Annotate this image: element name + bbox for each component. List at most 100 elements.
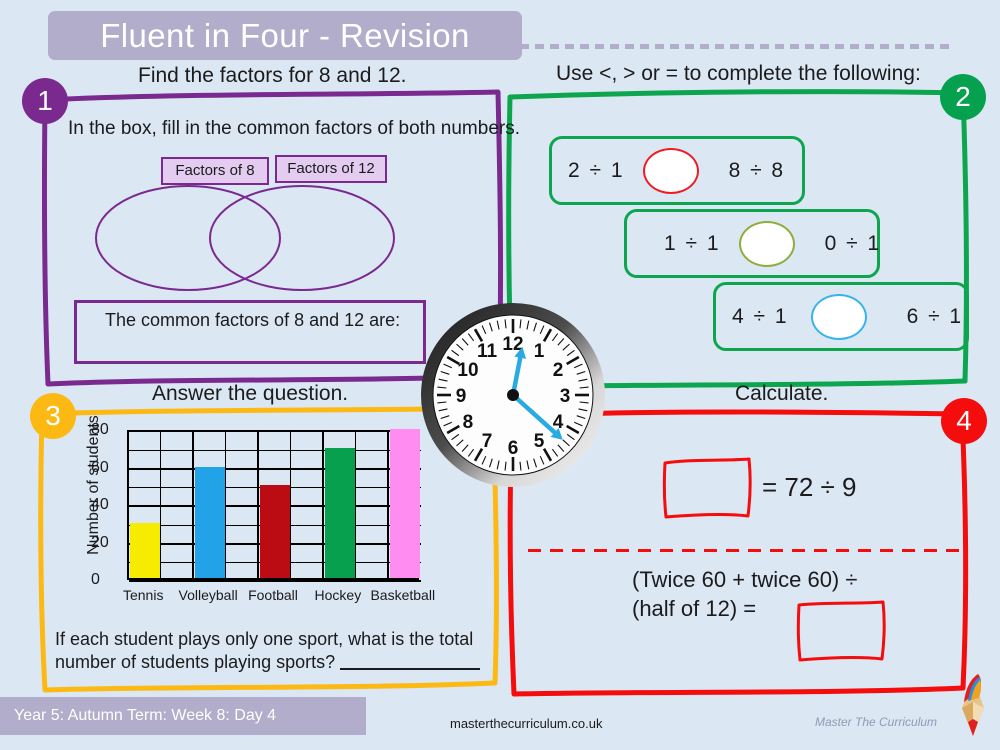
chart-bar <box>259 485 291 578</box>
chart-x-label: Basketball <box>370 587 436 603</box>
q2-row-1-right: 8 ÷ 8 <box>728 158 786 182</box>
section-badge-4: 4 <box>941 398 987 444</box>
chart-grid-cell <box>356 544 389 564</box>
chart-grid-cell <box>226 507 259 526</box>
q4-dashed-divider <box>528 549 965 552</box>
q3-question-line1: If each student plays only one sport, wh… <box>55 629 474 649</box>
clock-numeral: 1 <box>534 341 545 362</box>
venn-diagram <box>95 185 395 291</box>
footer-term-bar: Year 5: Autumn Term: Week 8: Day 4 <box>0 697 366 735</box>
chart-grid-cell <box>161 488 194 507</box>
q2-row-1-answer-oval[interactable] <box>642 147 699 194</box>
chart-grid-cell <box>258 432 292 451</box>
chart-grid-cell <box>291 432 324 451</box>
q3-question-line2: number of students playing sports? <box>55 652 336 673</box>
q2-row-3-left: 4 ÷ 1 <box>732 304 789 328</box>
page-title: Fluent in Four - Revision <box>100 16 470 54</box>
chart-grid-cell <box>161 469 194 489</box>
chart-grid-cell <box>161 450 194 470</box>
chart-grid-cell <box>226 488 259 507</box>
chart-grid-cell <box>356 432 389 451</box>
q2-row-2-answer-oval[interactable] <box>738 220 795 267</box>
q2-row-2: 1 ÷ 1 0 ÷ 1 <box>624 209 880 278</box>
q3-question: If each student plays only one sport, wh… <box>55 628 525 674</box>
q2-row-1: 2 ÷ 1 8 ÷ 8 <box>549 136 805 205</box>
chart-grid-cell <box>226 432 259 451</box>
q2-row-3-right: 6 ÷ 1 <box>906 304 964 328</box>
chart-grid-cell <box>161 432 194 451</box>
chart-grid-cell <box>129 450 162 470</box>
clock-center-pin <box>507 389 519 401</box>
venn-circle-right <box>209 185 395 291</box>
chart-grid-cell <box>226 450 259 470</box>
q4-answer-box-1[interactable] <box>661 456 753 519</box>
chart-grid-cell <box>129 469 162 489</box>
q1-answer-box[interactable]: The common factors of 8 and 12 are: <box>74 300 426 364</box>
chart-x-label: Tennis <box>122 587 164 603</box>
chart-grid-cell <box>161 544 194 564</box>
q2-row-3-answer-oval[interactable] <box>810 293 867 340</box>
chart-bar <box>389 429 420 578</box>
q4-equation-2-line1: (Twice 60 + twice 60) ÷ <box>632 567 858 592</box>
clock-numeral: 10 <box>457 360 478 381</box>
page-title-bar: Fluent in Four - Revision <box>48 11 522 60</box>
q2-row-3: 4 ÷ 1 6 ÷ 1 <box>713 282 969 351</box>
clock-numeral: 5 <box>534 431 545 452</box>
clock-numeral: 11 <box>477 341 498 362</box>
footer-term-label: Year 5: Autumn Term: Week 8: Day 4 <box>14 707 277 724</box>
chart-grid-cell <box>291 563 324 582</box>
chart-grid-cell <box>356 488 389 507</box>
chart-grid-cell <box>129 432 162 451</box>
chart-grid-cell <box>161 525 194 545</box>
venn-label-left: Factors of 8 <box>161 157 269 185</box>
chart-grid-cell <box>291 507 324 526</box>
chart-grid-cell <box>356 507 389 526</box>
q4-answer-box-2[interactable] <box>795 600 887 662</box>
worksheet-page: Fluent in Four - Revision Find the facto… <box>0 0 1000 750</box>
section-badge-2: 2 <box>940 74 986 120</box>
chart-x-label: Hockey <box>314 587 362 603</box>
chart-grid-cell <box>291 488 324 507</box>
section-badge-3: 3 <box>30 393 76 439</box>
q3-caption: Answer the question. <box>152 382 349 405</box>
chart-x-label: Football <box>248 587 298 603</box>
clock-numeral: 3 <box>560 386 571 407</box>
chart-grid-cell <box>226 544 259 564</box>
chart-grid-cell <box>226 469 259 489</box>
venn-circle-left <box>95 185 281 291</box>
chart-grid-cell <box>291 450 324 470</box>
chart-grid-cell <box>291 525 324 545</box>
chart-grid-cell <box>258 450 292 470</box>
q1-caption: Find the factors for 8 and 12. <box>138 64 407 87</box>
chart-grid-cell <box>291 469 324 489</box>
q3-answer-blank[interactable] <box>340 668 481 671</box>
chart-bar <box>194 466 226 578</box>
q4-equation-2-line2: (half of 12) = <box>632 595 757 621</box>
footer-brand: Master The Curriculum <box>815 715 938 729</box>
chart-grid-cell <box>161 563 194 582</box>
clock-numeral: 8 <box>463 412 474 433</box>
chart-grid-cell <box>291 544 324 564</box>
q4-caption: Calculate. <box>735 382 829 405</box>
q4-equation-1: = 72 ÷ 9 <box>762 472 857 502</box>
q1-answer-prompt: The common factors of 8 and 12 are: <box>105 310 401 330</box>
q1-instruction: In the box, fill in the common factors o… <box>68 118 521 139</box>
chart-bar <box>130 522 161 578</box>
chart-bar <box>324 447 356 578</box>
chart-grid-cell <box>161 507 194 526</box>
q2-row-2-right: 0 ÷ 1 <box>824 231 882 255</box>
chart-grid-cell <box>356 563 389 582</box>
section-badge-1: 1 <box>22 78 68 124</box>
venn-label-right: Factors of 12 <box>275 155 387 183</box>
chart-grid-cell <box>193 432 227 451</box>
chart-plot-area <box>127 429 421 582</box>
chart-grid-cell <box>226 563 259 582</box>
chart-grid-cell <box>129 488 162 507</box>
chart-grid-cell <box>226 525 259 545</box>
footer-website: masterthecurriculum.co.uk <box>450 716 603 731</box>
title-dashed-rule <box>520 44 952 49</box>
clock-numeral: 7 <box>482 431 493 452</box>
chart-grid-cell <box>356 450 389 470</box>
chart-x-label: Volleyball <box>178 587 238 603</box>
q2-row-1-left: 2 ÷ 1 <box>568 158 625 182</box>
